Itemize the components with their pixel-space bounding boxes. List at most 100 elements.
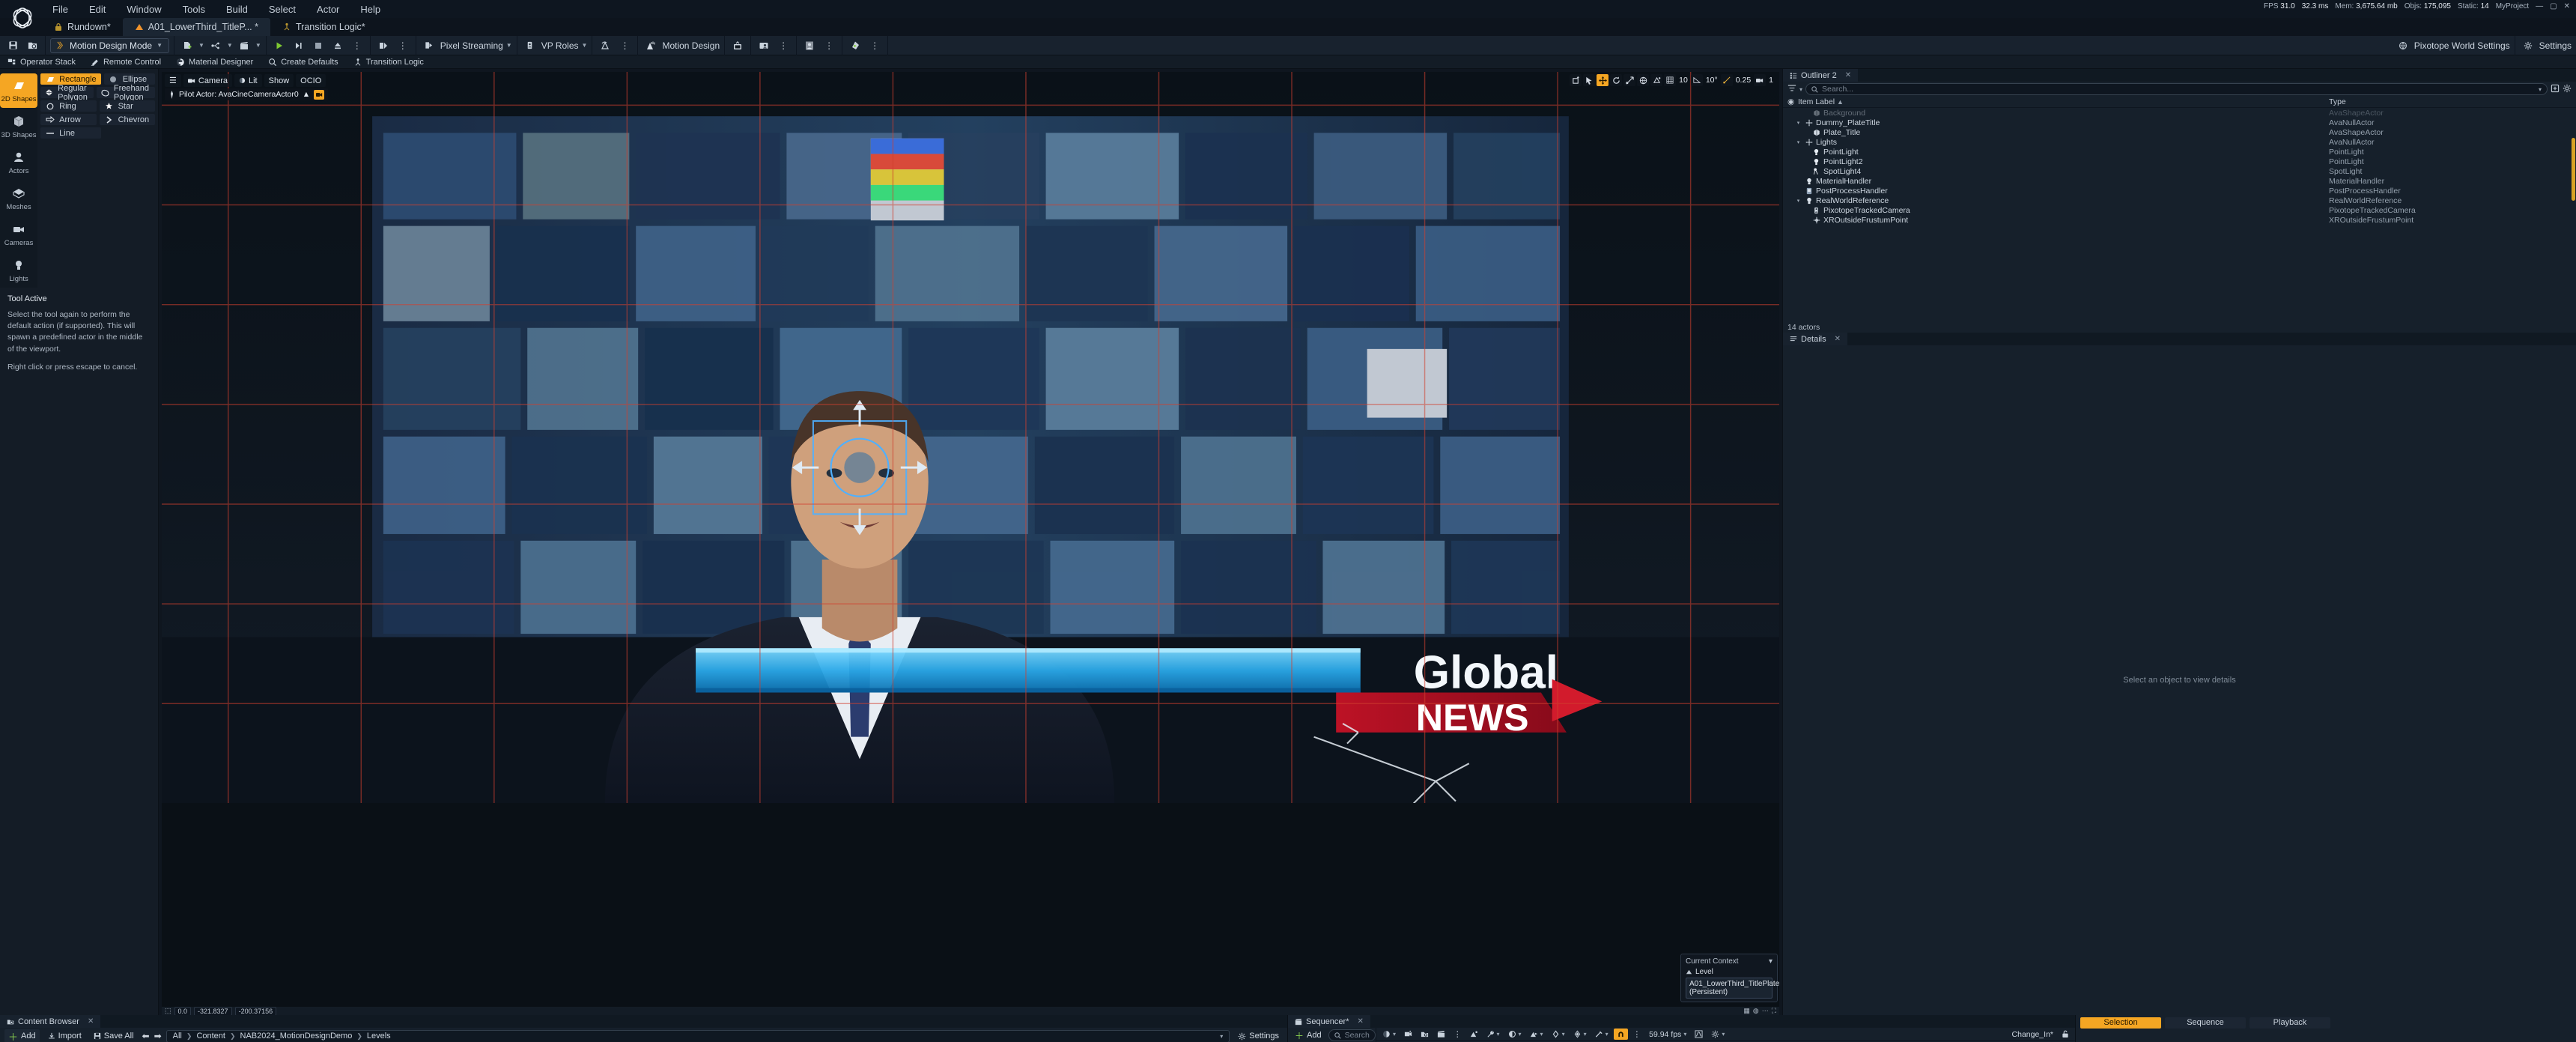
snap-actor-icon[interactable] bbox=[1650, 74, 1663, 86]
world-icon[interactable]: ▾ bbox=[1379, 1029, 1399, 1040]
find-in-content-browser-icon[interactable] bbox=[1418, 1029, 1432, 1040]
shape-freehand-polygon[interactable]: Freehand Polygon bbox=[96, 84, 155, 102]
maximize-button[interactable]: ▢ bbox=[2550, 2, 2557, 10]
outliner-row[interactable]: ▾ RealWorldReference RealWorldReference bbox=[1783, 196, 2576, 205]
stop-icon[interactable] bbox=[310, 37, 326, 53]
key-interpolation-icon[interactable]: ▾ bbox=[1549, 1029, 1568, 1040]
outliner-col-type[interactable]: Type bbox=[2329, 97, 2576, 106]
create-defaults-button[interactable]: Create Defaults bbox=[261, 55, 345, 69]
editor-tab-a01-lowerthird[interactable]: A01_LowerThird_TitleP... * bbox=[122, 18, 270, 36]
rotate-icon[interactable] bbox=[1610, 74, 1623, 86]
coord-x[interactable]: 0.0 bbox=[174, 1006, 192, 1016]
toolbox-category-3d-shapes[interactable]: 3D Shapes bbox=[0, 109, 37, 144]
viewport-globe-icon[interactable]: ◍ bbox=[1753, 1007, 1759, 1015]
editor-tab-rundown[interactable]: Rundown* bbox=[42, 18, 123, 36]
shape-regular-polygon[interactable]: Regular Polygon bbox=[40, 84, 94, 102]
outliner-row[interactable]: SpotLight4 SpotLight bbox=[1783, 166, 2576, 176]
shape-arrow[interactable]: Arrow bbox=[40, 114, 97, 125]
pilot-actor-bar[interactable]: Pilot Actor: AvaCineCameraActor0 ▲ bbox=[165, 88, 329, 100]
shape-ring[interactable]: Ring bbox=[40, 100, 97, 112]
breadcrumb[interactable]: All ❯ Content ❯ NAB2024_MotionDesignDemo… bbox=[165, 1029, 1230, 1042]
details-tab[interactable]: Details ✕ bbox=[1783, 333, 1848, 345]
save-icon[interactable] bbox=[4, 37, 21, 53]
outliner-row[interactable]: PointLight PointLight bbox=[1783, 147, 2576, 157]
mode-selector-button[interactable]: Motion Design Mode ▼ bbox=[50, 37, 169, 53]
navigate-back-icon[interactable]: ⬅ bbox=[142, 1031, 150, 1041]
tab-playback[interactable]: Playback bbox=[2250, 1017, 2330, 1029]
breadcrumb-project[interactable]: NAB2024_MotionDesignDemo bbox=[240, 1032, 353, 1041]
twirl-arrow-icon[interactable]: ▾ bbox=[1795, 120, 1802, 126]
breadcrumb-levels[interactable]: Levels bbox=[367, 1032, 391, 1041]
eject-icon[interactable] bbox=[329, 37, 346, 53]
more-icon[interactable]: ⋮ bbox=[866, 37, 883, 53]
save-all-button[interactable]: Save All bbox=[90, 1029, 138, 1042]
ndisplay-icon[interactable] bbox=[597, 37, 613, 53]
outliner-settings-gear-icon[interactable] bbox=[2563, 84, 2572, 95]
more-icon[interactable]: ⋮ bbox=[821, 37, 837, 53]
animation-search-input[interactable]: Search bbox=[1328, 1029, 1376, 1041]
close-icon[interactable]: ✕ bbox=[1358, 1017, 1364, 1026]
close-icon[interactable]: ✕ bbox=[1845, 71, 1851, 79]
outliner-row[interactable]: ▾ Dummy_PlateTitle AvaNullActor bbox=[1783, 118, 2576, 127]
viewport-camera-button[interactable]: Camera bbox=[183, 74, 232, 87]
chevron-down-icon[interactable]: ▼ bbox=[506, 42, 512, 49]
more-icon[interactable]: ⋮ bbox=[775, 37, 792, 53]
more-icon[interactable]: ⋮ bbox=[616, 37, 633, 53]
menu-item-tools[interactable]: Tools bbox=[172, 4, 216, 15]
more-icon[interactable]: ⋮ bbox=[395, 37, 411, 53]
angle-snap-value[interactable]: 10° bbox=[1704, 76, 1719, 85]
shape-line[interactable]: Line bbox=[40, 127, 101, 139]
menu-item-build[interactable]: Build bbox=[216, 4, 258, 15]
close-icon[interactable]: ✕ bbox=[88, 1017, 94, 1026]
outliner-rows[interactable]: Background AvaShapeActor ▾ Dummy_PlateTitle… bbox=[1783, 108, 2576, 322]
scale-icon[interactable] bbox=[1623, 74, 1636, 86]
camera-speed-icon[interactable] bbox=[1754, 74, 1767, 86]
outliner-row[interactable]: ▾ Lights AvaNullActor bbox=[1783, 137, 2576, 147]
grid-snap-icon[interactable] bbox=[1664, 74, 1677, 86]
outliner-row[interactable]: XROutsideFrustumPoint XROutsideFrustumPoi… bbox=[1783, 215, 2576, 225]
breadcrumb-content[interactable]: Content bbox=[196, 1032, 225, 1041]
browse-icon[interactable] bbox=[24, 37, 40, 53]
tools-wrench-icon[interactable]: ▾ bbox=[1483, 1029, 1503, 1040]
curve-editor-icon[interactable] bbox=[1692, 1029, 1706, 1040]
outliner-search-input[interactable]: Search... ▾ bbox=[1805, 83, 2548, 95]
outliner-row[interactable]: MaterialHandler MaterialHandler bbox=[1783, 176, 2576, 186]
menu-item-actor[interactable]: Actor bbox=[306, 4, 350, 15]
viewport-maximize-icon[interactable]: ⛶ bbox=[1772, 1007, 1776, 1015]
angle-snap-icon[interactable] bbox=[1690, 74, 1703, 86]
toolbox-category-2d-shapes[interactable]: 2D Shapes bbox=[0, 73, 38, 108]
navigate-forward-icon[interactable]: ➡ bbox=[154, 1031, 162, 1041]
blueprints-icon[interactable] bbox=[207, 37, 224, 53]
toolbox-category-meshes[interactable]: Meshes bbox=[0, 181, 37, 216]
translate-icon[interactable] bbox=[1597, 74, 1609, 86]
chevron-down-icon[interactable]: ▾ bbox=[1769, 957, 1772, 966]
material-designer-button[interactable]: Material Designer bbox=[168, 55, 261, 69]
motion-design-label[interactable]: Motion Design bbox=[662, 40, 720, 51]
vp-roles-label[interactable]: VP Roles bbox=[541, 40, 579, 51]
sequencer-settings-gear-icon[interactable]: ▾ bbox=[1708, 1029, 1728, 1040]
lock-sequence-icon[interactable] bbox=[2059, 1029, 2072, 1040]
menu-item-edit[interactable]: Edit bbox=[79, 4, 116, 15]
cinematics-icon[interactable] bbox=[1434, 1029, 1448, 1040]
outliner-add-icon[interactable] bbox=[2551, 84, 2560, 95]
twirl-arrow-icon[interactable]: ▾ bbox=[1795, 198, 1802, 204]
minimize-button[interactable]: — bbox=[2536, 2, 2543, 10]
animation-add-button[interactable]: ＋ Add bbox=[1291, 1029, 1325, 1042]
curve-edit-icon[interactable]: ▾ bbox=[1592, 1029, 1611, 1040]
outliner-row[interactable]: Background AvaShapeActor bbox=[1783, 108, 2576, 118]
chevron-down-icon[interactable]: ▼ bbox=[582, 42, 588, 49]
create-camera-icon[interactable] bbox=[1401, 1029, 1415, 1040]
world-space-icon[interactable] bbox=[1637, 74, 1650, 86]
coord-y[interactable]: -321.8327 bbox=[194, 1006, 232, 1016]
auto-key-icon[interactable]: ▾ bbox=[1527, 1029, 1546, 1040]
settings-label[interactable]: Settings bbox=[2539, 40, 2572, 51]
add-content-icon[interactable] bbox=[179, 37, 195, 53]
filter-icon[interactable] bbox=[1787, 84, 1796, 94]
operator-stack-button[interactable]: Operator Stack bbox=[0, 55, 83, 69]
tab-selection[interactable]: Selection bbox=[2080, 1017, 2161, 1029]
viewport-more-icon[interactable]: ⋯ bbox=[1762, 1007, 1769, 1015]
coord-z[interactable]: -200.37156 bbox=[234, 1006, 277, 1016]
key-tangent-icon[interactable]: ▾ bbox=[1570, 1029, 1590, 1040]
keyframe-settings-icon[interactable]: ▾ bbox=[1505, 1029, 1525, 1040]
more-icon[interactable]: ⋮ bbox=[1630, 1029, 1644, 1040]
